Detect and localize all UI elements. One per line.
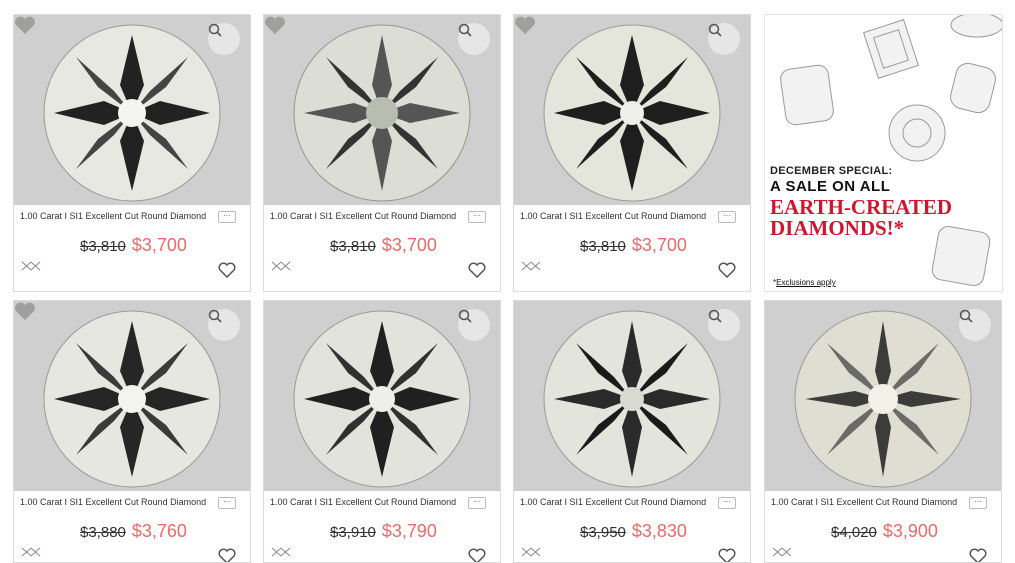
price: $3,810 $3,700 <box>80 235 187 256</box>
sale-price: $3,700 <box>131 235 187 255</box>
magnifier-icon <box>458 23 472 37</box>
product-card[interactable]: 1.00 Carat I SI1 Excellent Cut Round Dia… <box>513 300 751 563</box>
original-price: $3,810 <box>330 238 376 255</box>
magnifier-icon <box>959 309 973 323</box>
heart-icon[interactable] <box>718 548 736 563</box>
product-title[interactable]: 1.00 Carat I SI1 Excellent Cut Round Dia… <box>270 211 456 221</box>
price: $3,950 $3,830 <box>580 521 687 542</box>
diamond-certificate-icon <box>271 547 291 557</box>
promo-footnote: *Exclusions apply <box>773 278 836 287</box>
heart-icon[interactable] <box>218 262 236 278</box>
promo-eyebrow: DECEMBER SPECIAL: <box>770 165 893 177</box>
sale-price: $3,760 <box>131 521 187 541</box>
diamond-image[interactable] <box>264 301 500 491</box>
zoom-button[interactable] <box>208 23 240 55</box>
price: $3,880 $3,760 <box>80 521 187 542</box>
product-card[interactable]: 1.00 Carat I SI1 Excellent Cut Round Dia… <box>13 14 251 292</box>
magnifier-icon <box>708 23 722 37</box>
heart-icon[interactable] <box>969 548 987 563</box>
original-price: $3,810 <box>580 238 626 255</box>
zoom-button[interactable] <box>959 309 991 341</box>
promo-highlight: EARTH-CREATED DIAMONDS!* <box>770 197 952 239</box>
price: $4,020 $3,900 <box>831 521 938 542</box>
original-price: $3,910 <box>330 524 376 541</box>
original-price: $3,950 <box>580 524 626 541</box>
product-card[interactable]: 1.00 Carat I SI1 Excellent Cut Round Dia… <box>513 14 751 292</box>
product-card[interactable]: 1.00 Carat I SI1 Excellent Cut Round Dia… <box>764 300 1002 563</box>
sale-price: $3,900 <box>882 521 938 541</box>
diamond-certificate-icon <box>772 547 792 557</box>
more-options-button[interactable]: ··· <box>718 211 736 223</box>
diamond-image[interactable] <box>514 15 750 205</box>
more-options-button[interactable]: ··· <box>468 211 486 223</box>
original-price: $3,880 <box>80 524 126 541</box>
more-options-button[interactable]: ··· <box>969 497 987 509</box>
exclusions-link[interactable]: Exclusions apply <box>776 278 836 287</box>
product-card[interactable]: 1.00 Carat I SI1 Excellent Cut Round Dia… <box>263 14 501 292</box>
diamond-image[interactable] <box>514 301 750 491</box>
diamond-image[interactable] <box>14 301 250 491</box>
diamond-image[interactable] <box>14 15 250 205</box>
more-options-button[interactable]: ··· <box>218 497 236 509</box>
diamond-certificate-icon <box>21 261 41 271</box>
product-title[interactable]: 1.00 Carat I SI1 Excellent Cut Round Dia… <box>771 497 957 507</box>
promo-highlight-line1: EARTH-CREATED <box>770 195 953 219</box>
heart-icon[interactable] <box>468 548 486 563</box>
product-title[interactable]: 1.00 Carat I SI1 Excellent Cut Round Dia… <box>520 211 706 221</box>
heart-icon[interactable] <box>218 548 236 563</box>
price: $3,910 $3,790 <box>330 521 437 542</box>
magnifier-icon <box>208 309 222 323</box>
price: $3,810 $3,700 <box>330 235 437 256</box>
product-title[interactable]: 1.00 Carat I SI1 Excellent Cut Round Dia… <box>20 497 206 507</box>
product-title[interactable]: 1.00 Carat I SI1 Excellent Cut Round Dia… <box>520 497 706 507</box>
promo-banner[interactable]: DECEMBER SPECIAL: A SALE ON ALL EARTH-CR… <box>764 14 1003 292</box>
heart-icon[interactable] <box>718 262 736 278</box>
more-options-button[interactable]: ··· <box>468 497 486 509</box>
heart-icon[interactable] <box>468 262 486 278</box>
sale-price: $3,700 <box>631 235 687 255</box>
diamond-image[interactable] <box>765 301 1001 491</box>
watermark-heart-icon <box>15 16 35 34</box>
product-title[interactable]: 1.00 Carat I SI1 Excellent Cut Round Dia… <box>20 211 206 221</box>
sale-price: $3,790 <box>381 521 437 541</box>
magnifier-icon <box>708 309 722 323</box>
loose-diamonds-illustration <box>780 15 1002 287</box>
product-card[interactable]: 1.00 Carat I SI1 Excellent Cut Round Dia… <box>13 300 251 563</box>
watermark-heart-icon <box>515 16 535 34</box>
sale-price: $3,700 <box>381 235 437 255</box>
watermark-heart-icon <box>15 302 35 320</box>
more-options-button[interactable]: ··· <box>718 497 736 509</box>
sale-price: $3,830 <box>631 521 687 541</box>
diamond-certificate-icon <box>521 261 541 271</box>
promo-headline: A SALE ON ALL <box>770 178 891 195</box>
diamond-certificate-icon <box>521 547 541 557</box>
promo-highlight-line2: DIAMONDS!* <box>770 216 905 240</box>
original-price: $4,020 <box>831 524 877 541</box>
diamond-certificate-icon <box>271 261 291 271</box>
more-options-button[interactable]: ··· <box>218 211 236 223</box>
product-card[interactable]: 1.00 Carat I SI1 Excellent Cut Round Dia… <box>263 300 501 563</box>
zoom-button[interactable] <box>208 309 240 341</box>
diamond-certificate-icon <box>21 547 41 557</box>
watermark-heart-icon <box>265 16 285 34</box>
zoom-button[interactable] <box>708 309 740 341</box>
zoom-button[interactable] <box>458 23 490 55</box>
original-price: $3,810 <box>80 238 126 255</box>
magnifier-icon <box>458 309 472 323</box>
price: $3,810 $3,700 <box>580 235 687 256</box>
diamond-image[interactable] <box>264 15 500 205</box>
magnifier-icon <box>208 23 222 37</box>
zoom-button[interactable] <box>458 309 490 341</box>
product-title[interactable]: 1.00 Carat I SI1 Excellent Cut Round Dia… <box>270 497 456 507</box>
zoom-button[interactable] <box>708 23 740 55</box>
